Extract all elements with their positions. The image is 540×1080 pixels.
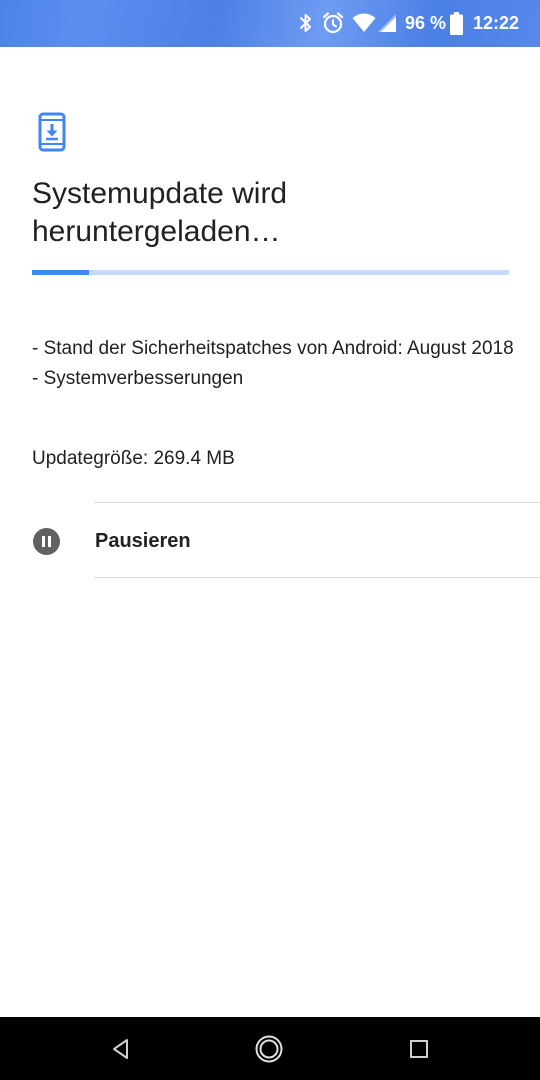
release-note-security-patch: - Stand der Sicherheitspatches von Andro… — [32, 338, 514, 359]
navigation-bar — [0, 1017, 540, 1080]
battery-percent: 96 % — [405, 13, 447, 33]
update-size-value: 269.4 MB — [153, 448, 235, 469]
recents-icon[interactable] — [404, 1034, 434, 1064]
download-progress-fill — [32, 270, 90, 275]
pause-button[interactable]: Pausieren — [0, 503, 540, 577]
release-notes: - Stand der Sicherheitspatches von Andro… — [32, 334, 522, 394]
divider — [94, 577, 540, 578]
status-time: 12:22 — [473, 13, 520, 33]
pause-label: Pausieren — [95, 530, 191, 552]
update-size: Updategröße: 269.4 MB — [32, 444, 235, 474]
cellular-signal-icon — [378, 14, 396, 32]
page-title: Systemupdate wird heruntergeladen… — [32, 177, 288, 248]
release-note-improvements: - Systemverbesserungen — [32, 368, 244, 389]
update-size-label: Updategröße: — [32, 448, 149, 469]
alarm-icon — [322, 12, 344, 34]
download-progress-bar — [32, 270, 509, 275]
back-icon[interactable] — [106, 1034, 136, 1064]
battery-icon — [450, 12, 463, 35]
bluetooth-icon — [300, 14, 311, 32]
pause-circle-icon — [33, 528, 60, 555]
status-bar: 96 % 12:22 — [0, 0, 540, 47]
home-icon[interactable] — [254, 1034, 284, 1064]
system-update-download-icon — [38, 112, 66, 152]
wifi-icon — [352, 13, 376, 32]
